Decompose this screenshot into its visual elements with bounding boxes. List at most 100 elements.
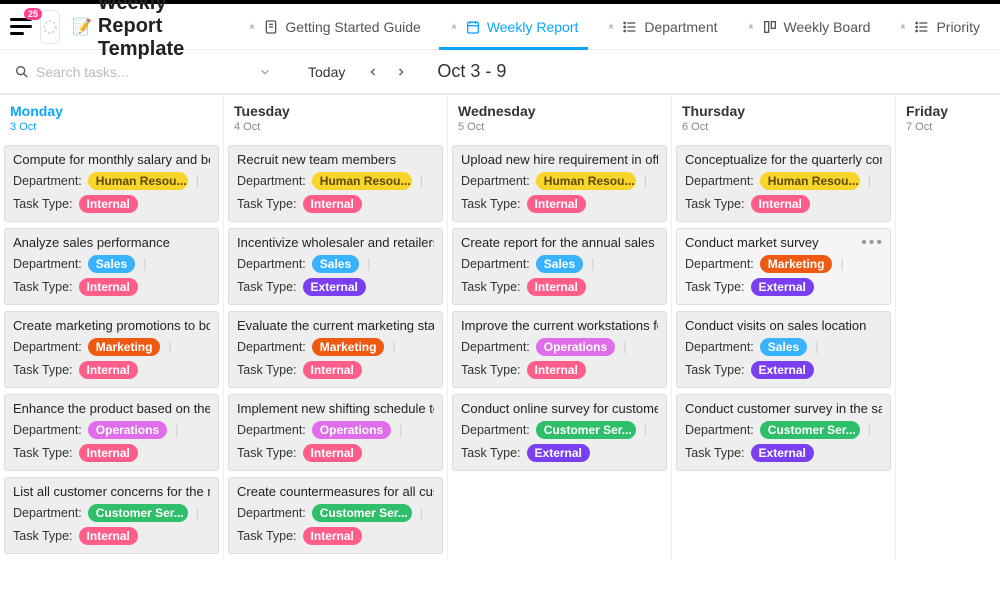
row-divider: | <box>623 340 626 354</box>
department-chip[interactable]: Operations <box>312 421 391 439</box>
department-chip[interactable]: Human Resou... <box>760 172 860 190</box>
tab-label: Weekly Board <box>784 19 871 35</box>
tab-label: Priority <box>936 19 980 35</box>
today-button[interactable]: Today <box>308 64 345 80</box>
tasktype-chip[interactable]: Internal <box>303 444 362 462</box>
department-chip[interactable]: Customer Ser... <box>760 421 860 439</box>
department-chip[interactable]: Human Resou... <box>312 172 412 190</box>
tasktype-chip[interactable]: Internal <box>527 278 586 296</box>
tasktype-label: Task Type: <box>461 280 521 294</box>
tasktype-chip[interactable]: Internal <box>303 361 362 379</box>
tasktype-chip[interactable]: Internal <box>79 361 138 379</box>
task-card[interactable]: Create countermeasures for all custoDepa… <box>228 477 443 554</box>
tasktype-chip[interactable]: Internal <box>303 195 362 213</box>
row-divider: | <box>840 257 843 271</box>
tasktype-chip[interactable]: External <box>303 278 366 296</box>
search-input[interactable] <box>36 64 206 80</box>
title-block: 📝 Weekly Report Template <box>72 0 207 61</box>
task-card[interactable]: Incentivize wholesaler and retailers tDe… <box>228 228 443 305</box>
row-divider: | <box>644 423 647 437</box>
department-chip[interactable]: Customer Ser... <box>536 421 636 439</box>
search-dropdown[interactable] <box>258 65 272 79</box>
task-card[interactable]: Implement new shifting schedule toDepart… <box>228 394 443 471</box>
task-card[interactable]: Create marketing promotions to boDepartm… <box>4 311 219 388</box>
department-chip[interactable]: Marketing <box>760 255 833 273</box>
day-column-friday: Friday7 Oct <box>896 94 1000 560</box>
task-card[interactable]: Evaluate the current marketing statuDepa… <box>228 311 443 388</box>
tab-department[interactable]: Department <box>596 10 727 43</box>
tasktype-chip[interactable]: Internal <box>79 527 138 545</box>
tasktype-chip[interactable]: Internal <box>79 444 138 462</box>
more-icon[interactable]: ••• <box>861 235 884 251</box>
menu-button[interactable]: 25 <box>10 14 32 40</box>
tasktype-chip[interactable]: Internal <box>751 195 810 213</box>
tasktype-chip[interactable]: Internal <box>527 361 586 379</box>
tasktype-chip[interactable]: External <box>751 278 814 296</box>
department-label: Department: <box>461 174 530 188</box>
day-name: Friday <box>906 103 1000 119</box>
tasktype-chip[interactable]: External <box>751 444 814 462</box>
task-card[interactable]: Improve the current workstations foDepar… <box>452 311 667 388</box>
tasktype-label: Task Type: <box>237 529 297 543</box>
task-title: Compute for monthly salary and be <box>13 152 210 167</box>
tab-priority[interactable]: Priority <box>888 10 990 43</box>
day-date: 4 Oct <box>234 121 437 133</box>
department-label: Department: <box>237 506 306 520</box>
task-title: Conduct customer survey in the sale <box>685 401 882 416</box>
prev-week-button[interactable] <box>363 64 383 80</box>
tasktype-chip[interactable]: External <box>527 444 590 462</box>
tasktype-chip[interactable]: Internal <box>79 195 138 213</box>
department-chip[interactable]: Sales <box>760 338 807 356</box>
day-header: Monday3 Oct <box>0 95 223 139</box>
department-chip[interactable]: Marketing <box>88 338 161 356</box>
task-card[interactable]: Conceptualize for the quarterly comDepar… <box>676 145 891 222</box>
tasktype-chip[interactable]: Internal <box>79 278 138 296</box>
task-card[interactable]: Compute for monthly salary and beDepartm… <box>4 145 219 222</box>
pin-icon <box>898 22 908 32</box>
doc-icon <box>263 19 279 35</box>
tab-label: Department <box>644 19 717 35</box>
task-title: Incentivize wholesaler and retailers t <box>237 235 434 250</box>
task-card[interactable]: Upload new hire requirement in offiDepar… <box>452 145 667 222</box>
tasktype-label: Task Type: <box>13 280 73 294</box>
task-card[interactable]: Conduct customer survey in the saleDepar… <box>676 394 891 471</box>
date-range: Oct 3 - 9 <box>437 61 506 82</box>
department-chip[interactable]: Sales <box>88 255 135 273</box>
department-chip[interactable]: Marketing <box>312 338 385 356</box>
pin-icon <box>606 22 616 32</box>
tasktype-chip[interactable]: Internal <box>303 527 362 545</box>
department-chip[interactable]: Sales <box>312 255 359 273</box>
tasktype-label: Task Type: <box>685 363 745 377</box>
task-card[interactable]: Create report for the annual salesDepart… <box>452 228 667 305</box>
task-card[interactable]: •••Conduct market surveyDepartment:Marke… <box>676 228 891 305</box>
day-name: Wednesday <box>458 103 661 119</box>
task-card[interactable]: Enhance the product based on the lDepart… <box>4 394 219 471</box>
chevron-down-icon <box>258 65 272 79</box>
task-card[interactable]: List all customer concerns for the mDepa… <box>4 477 219 554</box>
top-header: 25 📝 Weekly Report Template Getting Star… <box>0 4 1000 50</box>
tab-label: Getting Started Guide <box>285 19 420 35</box>
department-chip[interactable]: Operations <box>88 421 167 439</box>
department-chip[interactable]: Human Resou... <box>536 172 636 190</box>
loading-button[interactable] <box>40 10 60 44</box>
row-divider: | <box>367 257 370 271</box>
task-card[interactable]: Conduct online survey for customerDepart… <box>452 394 667 471</box>
tab-weekly-report[interactable]: Weekly Report <box>439 10 589 43</box>
tab-weekly-board[interactable]: Weekly Board <box>736 10 881 43</box>
department-chip[interactable]: Customer Ser... <box>88 504 188 522</box>
tabs-bar: Getting Started Guide Weekly Report Depart… <box>237 10 990 43</box>
tasktype-chip[interactable]: External <box>751 361 814 379</box>
department-chip[interactable]: Customer Ser... <box>312 504 412 522</box>
department-chip[interactable]: Sales <box>536 255 583 273</box>
notification-badge: 25 <box>24 8 42 20</box>
department-chip[interactable]: Human Resou... <box>88 172 188 190</box>
task-card[interactable]: Recruit new team membersDepartment:Human… <box>228 145 443 222</box>
tasktype-label: Task Type: <box>237 446 297 460</box>
next-week-button[interactable] <box>391 64 411 80</box>
task-card[interactable]: Analyze sales performanceDepartment:Sale… <box>4 228 219 305</box>
task-card[interactable]: Conduct visits on sales locationDepartme… <box>676 311 891 388</box>
department-chip[interactable]: Operations <box>536 338 615 356</box>
tasktype-chip[interactable]: Internal <box>527 195 586 213</box>
chevron-left-icon <box>367 66 379 78</box>
tab-getting-started-guide[interactable]: Getting Started Guide <box>237 10 430 43</box>
